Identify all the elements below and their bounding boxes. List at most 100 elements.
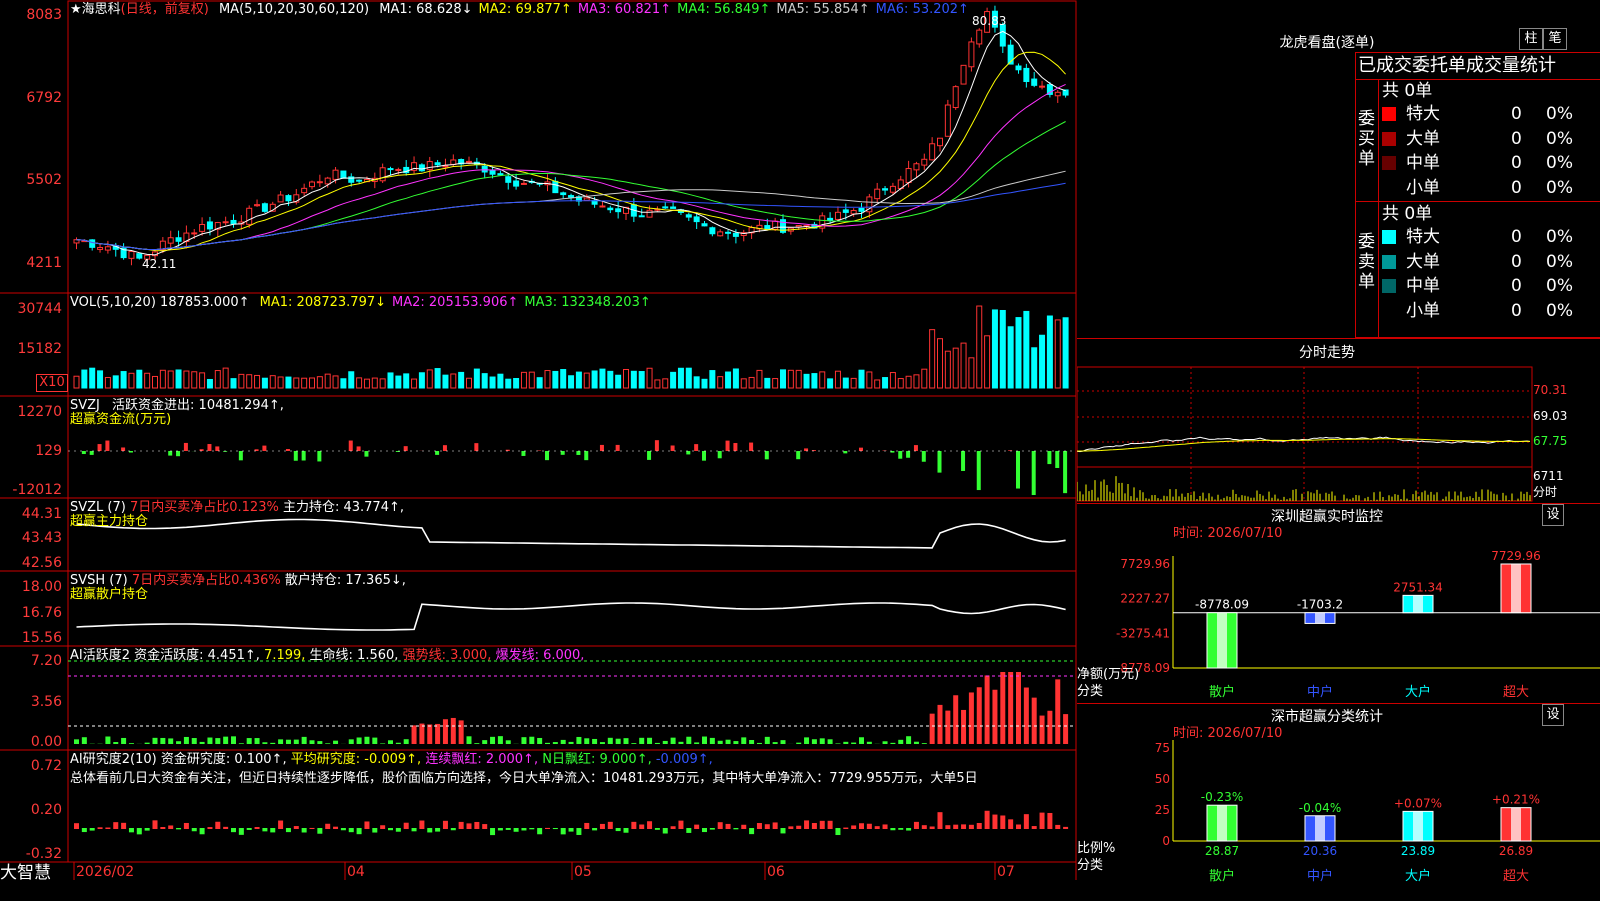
active-bar	[922, 743, 927, 744]
research-bar	[412, 828, 417, 831]
active-bar	[412, 725, 417, 744]
research-bar	[380, 825, 385, 829]
buy-side-cell: 委买单	[1356, 79, 1379, 201]
vol-unit-badge[interactable]: X10	[36, 374, 68, 392]
volume-bar	[310, 378, 315, 388]
volume-bar	[380, 379, 385, 388]
volume-bar	[176, 370, 181, 388]
volume-bar	[875, 380, 880, 388]
research-bar	[812, 823, 817, 829]
bar-mode-button[interactable]: 柱	[1519, 28, 1543, 50]
flow-bar	[1032, 451, 1036, 495]
ai-research-v4: N日飘红: 9.000↑,	[542, 752, 651, 767]
stock-title[interactable]: ★海思科	[70, 2, 121, 17]
active-bar	[459, 720, 464, 744]
order-name: 小单	[1406, 176, 1440, 200]
lhb-title: 龙虎看盘(逐单)	[1237, 32, 1417, 52]
active-bar	[843, 742, 848, 744]
active-bar	[74, 739, 79, 744]
y-tick: 2227.27	[1120, 592, 1170, 606]
active-bar	[765, 737, 770, 744]
svzl-desc: 7日内买卖净占比0.123%	[130, 500, 279, 515]
y-tick-svzj-0: 12270	[0, 404, 62, 420]
research-bar	[286, 828, 291, 832]
volume-bar	[977, 306, 982, 388]
flow-bar	[294, 451, 298, 461]
candle-body	[278, 195, 283, 202]
y-tick-main-3: 4211	[0, 255, 62, 271]
active-bar	[796, 743, 801, 744]
active-bar	[1024, 688, 1029, 744]
active-bar	[671, 738, 676, 744]
flow-bar	[686, 451, 690, 454]
chart-mode[interactable]: (日线，前复权)	[121, 2, 209, 17]
research-bar	[160, 827, 165, 829]
candle-body	[616, 209, 621, 212]
active-bar	[961, 710, 966, 744]
sz-class-x-unit: 分类	[1077, 858, 1103, 873]
pen-mode-button[interactable]: 笔	[1543, 28, 1567, 50]
ai-research-v1: 资金研究度: 0.100↑,	[161, 752, 287, 767]
research-bar	[176, 828, 181, 829]
active-bar	[678, 742, 683, 744]
flow-bar	[914, 445, 918, 451]
y-tick-main-2: 5502	[0, 172, 62, 188]
research-bar	[820, 821, 825, 829]
active-bar	[223, 737, 228, 744]
volume-bar	[529, 372, 534, 388]
ai-active-bars	[74, 672, 1068, 744]
candle-body	[765, 226, 770, 230]
flow-bar	[655, 440, 659, 451]
research-bar	[333, 827, 338, 829]
active-bar	[647, 738, 652, 744]
order-pct: 0%	[1546, 274, 1573, 298]
research-bar	[992, 815, 997, 829]
intraday-chart[interactable]	[1077, 339, 1600, 504]
volume-bar	[474, 369, 479, 388]
sz-monitor-x-unit: 分类	[1077, 684, 1103, 699]
sz-monitor-chart[interactable]: 7729.962227.27-3275.41-8778.09-8778.09散户…	[1077, 504, 1600, 704]
active-bar	[804, 737, 809, 744]
chart-workstation: ★海思科(日线，前复权) MA(5,10,20,30,60,120) MA1: …	[0, 0, 1600, 900]
research-bar	[105, 828, 110, 829]
volume-bar	[686, 368, 691, 388]
volume-bar	[294, 378, 299, 388]
category-label: 中户	[1307, 684, 1333, 700]
buy-side-label: 委买单	[1358, 109, 1376, 169]
order-count: 0	[1511, 274, 1522, 298]
ma-line	[77, 183, 1066, 249]
active-bar	[953, 695, 958, 744]
research-bar	[890, 828, 895, 830]
svzl-legend: SVZL (7) 7日内买卖净占比0.123% 主力持仓: 43.774↑,	[70, 500, 404, 515]
sz-class-chart[interactable]: 7550250-0.23%28.87散户-0.04%20.36中户+0.07%2…	[1077, 704, 1600, 901]
volume-bar	[561, 370, 566, 388]
volume-bar	[639, 372, 644, 388]
research-bar	[184, 823, 189, 829]
y-tick: 0	[1162, 834, 1170, 848]
candle-body	[427, 162, 432, 170]
volume-bar	[953, 348, 958, 388]
x-axis-ticks	[74, 862, 995, 880]
active-bar	[718, 741, 723, 744]
category-label: 大户	[1405, 868, 1431, 884]
bar-highlight	[1217, 805, 1227, 841]
candle-body	[396, 169, 401, 170]
research-bar	[718, 822, 723, 829]
active-bar	[286, 740, 291, 744]
volume-bar	[592, 371, 597, 388]
volume-bar	[113, 376, 118, 388]
volume-bar	[961, 343, 966, 388]
active-bar	[451, 718, 456, 744]
active-bar	[749, 740, 754, 744]
volume-bar	[788, 370, 793, 388]
y-tick: 75	[1155, 741, 1170, 755]
candle-body	[419, 165, 424, 171]
research-bar	[624, 828, 629, 833]
ai-active-v1: 资金活跃度: 4.451↑,	[134, 648, 260, 663]
research-bar	[710, 828, 715, 830]
volume-bar	[1040, 335, 1045, 388]
svzj-label: SVZJ	[70, 398, 100, 413]
candle-body	[835, 212, 840, 219]
volume-bar	[153, 376, 158, 388]
vol-ma-items: MA1: 208723.797↓MA2: 205153.906↑MA3: 132…	[254, 295, 651, 310]
